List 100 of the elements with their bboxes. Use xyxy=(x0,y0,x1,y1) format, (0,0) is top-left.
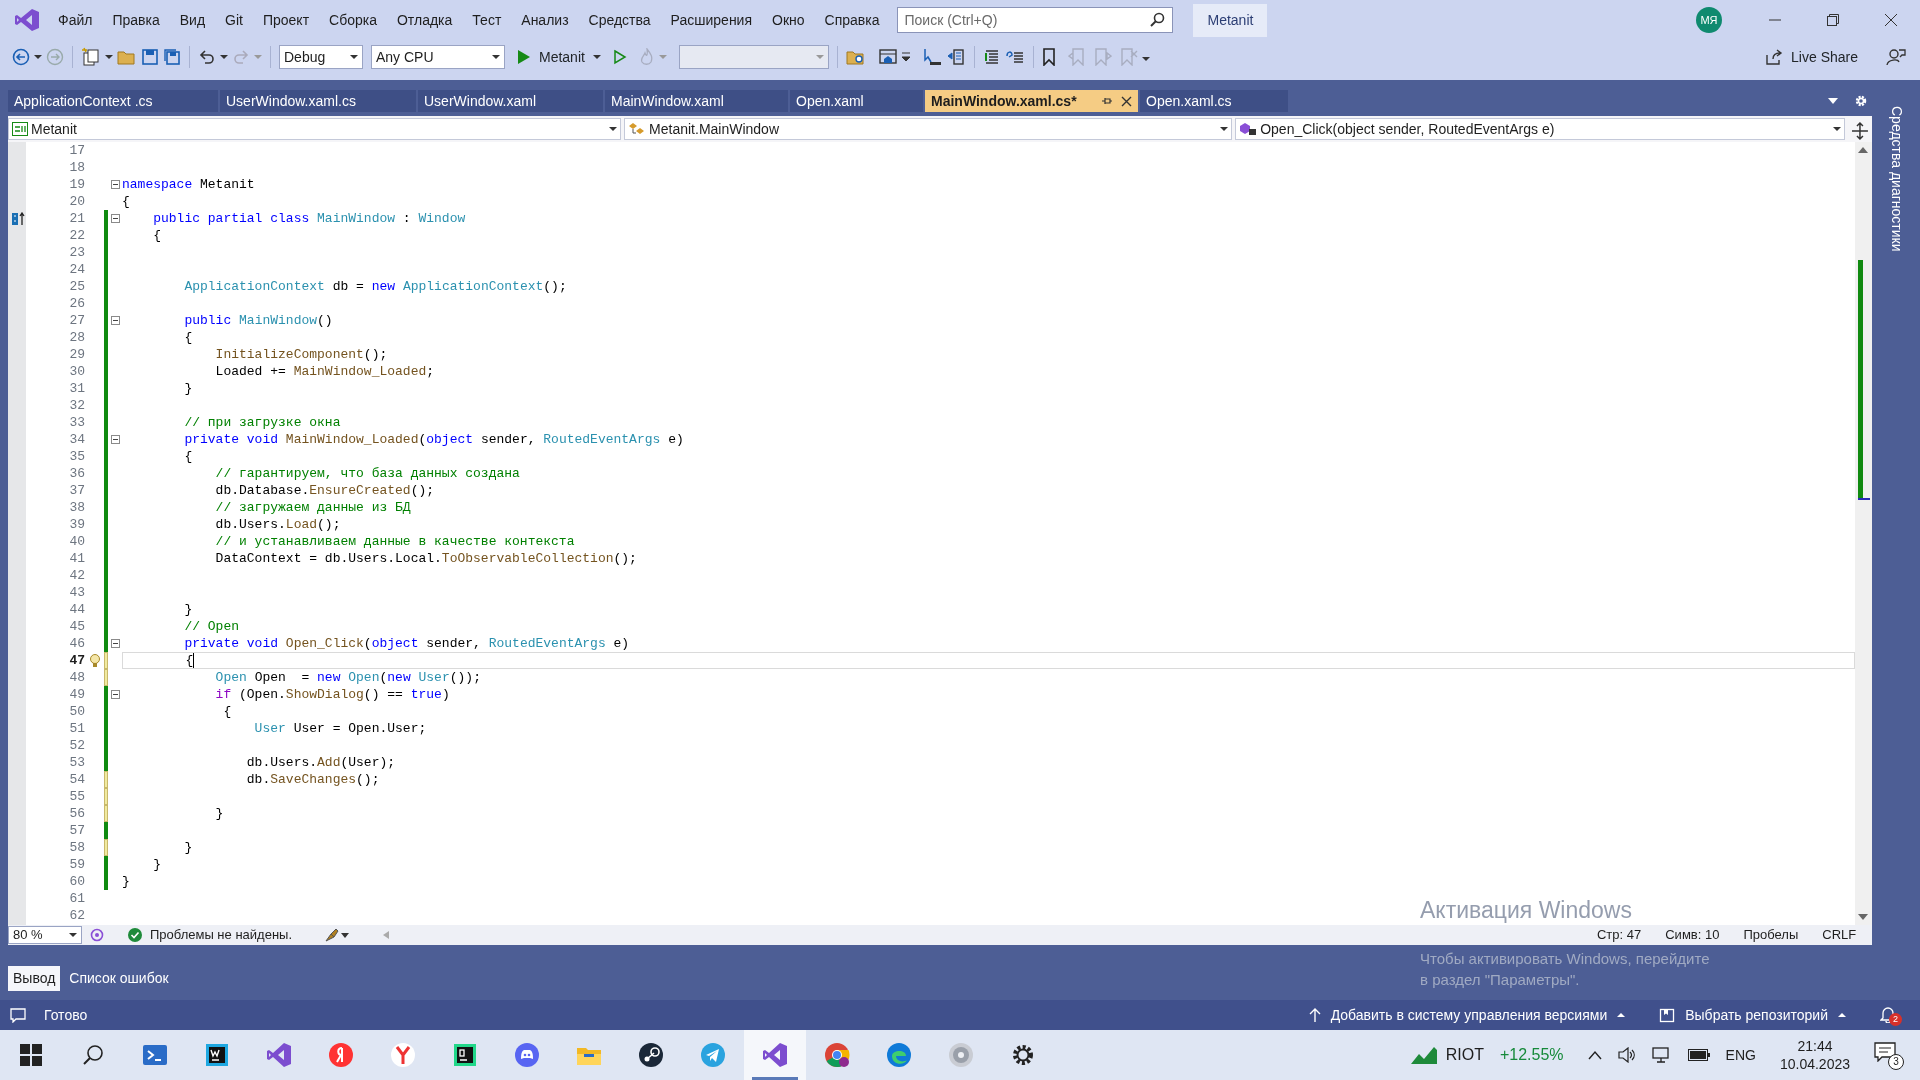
menu-item[interactable]: Анализ xyxy=(511,5,579,35)
document-tab[interactable]: UserWindow.xaml.cs xyxy=(220,90,416,112)
caret-icon[interactable] xyxy=(1838,1012,1846,1018)
settings-icon xyxy=(1010,1042,1036,1068)
panel-tab[interactable]: Список ошибок xyxy=(64,966,174,991)
problems-status[interactable]: Проблемы не найдены. xyxy=(150,925,293,945)
caret-icon[interactable] xyxy=(34,54,42,60)
split-window-icon[interactable] xyxy=(1852,122,1869,140)
code-line: private void MainWindow_Loaded(object sender, RoutedEventArgs e) xyxy=(183,431,684,448)
menu-item[interactable]: Средства xyxy=(578,5,661,35)
code-line: public partial class MainWindow : Window xyxy=(152,210,466,227)
start-button[interactable]: Metanit xyxy=(517,46,601,68)
scroll-down-icon[interactable] xyxy=(1857,913,1870,921)
document-map-icon[interactable] xyxy=(945,48,966,66)
caret-icon xyxy=(815,54,824,60)
feedback-icon[interactable] xyxy=(1886,48,1906,66)
collapse-icon[interactable] xyxy=(110,316,120,325)
run-without-debugging-icon[interactable] xyxy=(612,49,627,65)
whitespace-indicator[interactable]: Пробелы xyxy=(1743,925,1799,945)
comment-lines-icon[interactable] xyxy=(982,48,1001,66)
line-number: 31 xyxy=(68,379,85,398)
network-icon[interactable] xyxy=(1651,1047,1672,1063)
close-icon[interactable] xyxy=(1121,95,1132,107)
speaker-icon[interactable] xyxy=(1617,1047,1636,1063)
document-tab[interactable]: MainWindow.xaml.cs* xyxy=(925,90,1138,112)
battery-icon[interactable] xyxy=(1687,1049,1710,1061)
project-dropdown[interactable]: Metanit xyxy=(8,118,622,140)
line-endings-indicator[interactable]: CRLF xyxy=(1822,925,1857,945)
override-icon[interactable] xyxy=(12,211,26,226)
document-tab[interactable]: UserWindow.xaml xyxy=(418,90,603,112)
caret-icon[interactable] xyxy=(105,54,113,60)
menu-item[interactable]: Тест xyxy=(462,5,512,35)
caret-icon xyxy=(1220,126,1229,132)
save-all-icon[interactable] xyxy=(163,48,181,66)
collapse-icon[interactable] xyxy=(110,690,120,699)
live-share-button[interactable]: Live Share xyxy=(1765,46,1858,68)
source-control-button[interactable]: Добавить в систему управления версиями xyxy=(1330,1004,1608,1026)
menu-item[interactable]: Расширения xyxy=(660,5,762,35)
document-tab[interactable]: ApplicationContext .cs xyxy=(8,90,218,112)
intellicode-icon[interactable] xyxy=(90,928,104,942)
menu-item[interactable]: Проект xyxy=(252,5,320,35)
folder-search-icon[interactable] xyxy=(845,48,866,66)
menu-item[interactable]: Файл xyxy=(48,5,103,35)
panel-tab[interactable]: Вывод xyxy=(8,966,61,991)
collapse-icon[interactable] xyxy=(110,435,120,444)
member-dropdown[interactable]: Open_Click(object sender, RoutedEventArgs e) xyxy=(1235,118,1846,140)
line-indicator[interactable]: Стр: 47 xyxy=(1596,925,1642,945)
account-avatar[interactable]: МЯ xyxy=(1696,7,1722,33)
pin-icon[interactable] xyxy=(1101,95,1113,107)
menu-item[interactable]: Вид xyxy=(169,5,216,35)
search-field[interactable]: Поиск (Ctrl+Q) xyxy=(897,7,1174,33)
lightbulb-icon[interactable] xyxy=(88,653,101,668)
new-project-icon[interactable] xyxy=(81,47,101,67)
bookmark-icon[interactable] xyxy=(1041,48,1056,66)
menu-item[interactable]: Правка xyxy=(102,5,170,35)
repository-button[interactable]: Выбрать репозиторий xyxy=(1685,1004,1828,1026)
type-dropdown[interactable]: Metanit.MainWindow xyxy=(624,118,1233,140)
settings-icon[interactable] xyxy=(1854,94,1869,108)
caret-icon[interactable] xyxy=(1617,1012,1626,1018)
zoom-dropdown[interactable]: 80 % xyxy=(8,926,82,944)
menu-item[interactable]: Окно xyxy=(762,5,815,35)
clock-time[interactable]: 21:44 xyxy=(1797,1037,1833,1055)
line-number: 28 xyxy=(68,328,85,347)
scroll-up-icon[interactable] xyxy=(1857,146,1870,154)
document-tab[interactable]: Open.xaml xyxy=(790,90,923,112)
line-number: 24 xyxy=(68,260,85,279)
line-number: 57 xyxy=(68,821,85,840)
code-line: { xyxy=(152,227,161,244)
window-layout-icon[interactable] xyxy=(877,48,898,66)
tray-chevron-icon[interactable] xyxy=(1587,1050,1602,1060)
uncomment-lines-icon[interactable] xyxy=(1004,48,1025,66)
undo-icon[interactable] xyxy=(198,48,216,66)
line-number: 22 xyxy=(68,226,85,245)
overflow-icon[interactable] xyxy=(901,52,910,62)
diagnostics-side-tab[interactable]: Средства диагностики xyxy=(1885,106,1907,945)
menu-item[interactable]: Справка xyxy=(814,5,890,35)
collapse-icon[interactable] xyxy=(110,180,120,189)
column-indicator[interactable]: Симв: 10 xyxy=(1665,925,1720,945)
collapse-icon[interactable] xyxy=(110,639,120,648)
brush-icon[interactable] xyxy=(324,928,351,942)
back-icon[interactable] xyxy=(12,48,30,66)
line-number: 58 xyxy=(68,838,85,857)
tab-list-dropdown-icon[interactable] xyxy=(1828,98,1839,104)
menu-item[interactable]: Сборка xyxy=(319,5,387,35)
caret-icon[interactable] xyxy=(220,54,228,60)
bell-icon[interactable] xyxy=(1880,1005,1896,1023)
cursor-icon[interactable] xyxy=(921,48,942,66)
scrollbar[interactable] xyxy=(1855,142,1873,925)
document-tab[interactable]: Open.xaml.cs xyxy=(1140,90,1288,112)
clock-date[interactable]: 10.04.2023 xyxy=(1779,1055,1850,1073)
browser-icon xyxy=(824,1042,850,1068)
language-indicator[interactable]: ENG xyxy=(1725,1044,1756,1066)
save-icon[interactable] xyxy=(141,48,159,66)
collapse-icon[interactable] xyxy=(110,214,120,223)
configuration-dropdown[interactable]: Debug xyxy=(279,45,363,69)
line-number: 42 xyxy=(68,566,85,585)
document-tab[interactable]: MainWindow.xaml xyxy=(605,90,788,112)
menu-item[interactable]: Отладка xyxy=(387,5,463,35)
menu-item[interactable]: Git xyxy=(215,5,253,35)
platform-dropdown[interactable]: Any CPU xyxy=(371,45,505,69)
